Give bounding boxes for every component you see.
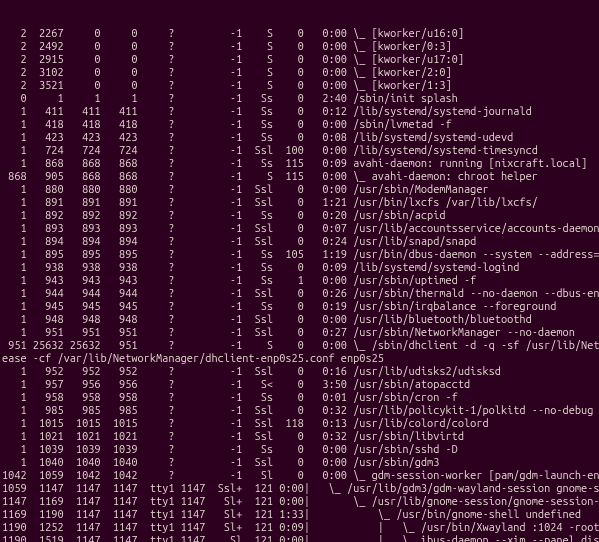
process-row: 0 1 1 1 ? -1 Ss 0 2:40 /sbin/init splash (2, 93, 599, 106)
process-row: 1 411 411 411 ? -1 Ss 0 0:12 /lib/system… (2, 106, 599, 119)
process-row: 2 3521 0 0 ? -1 S 0 0:00 \_ [kworker/1:3… (2, 80, 599, 93)
process-row: 2 2267 0 0 ? -1 S 0 0:00 \_ [kworker/u16… (2, 28, 599, 41)
process-row: 868 905 868 868 ? -1 S 115 0:00 \_ avahi… (2, 171, 599, 184)
terminal-output[interactable]: 2 2267 0 0 ? -1 S 0 0:00 \_ [kworker/u16… (0, 0, 599, 542)
process-row: 2 3102 0 0 ? -1 S 0 0:00 \_ [kworker/2:0… (2, 67, 599, 80)
process-row: 1 1015 1015 1015 ? -1 Ssl 118 0:13 /usr/… (2, 418, 599, 431)
process-row: 1 868 868 868 ? -1 Ss 115 0:09 avahi-dae… (2, 158, 599, 171)
process-row: 1042 1059 1042 1042 ? -1 Sl 0 0:00 \_ gd… (2, 470, 599, 483)
process-row: 2 2915 0 0 ? -1 S 0 0:00 \_ [kworker/u17… (2, 54, 599, 67)
process-row: 1 894 894 894 ? -1 Ssl 0 0:24 /usr/lib/s… (2, 236, 599, 249)
process-row: 1 948 948 948 ? -1 Ssl 0 0:00 /usr/lib/b… (2, 314, 599, 327)
process-row: 951 25632 25632 951 ? -1 S 0 0:00 \_ /sb… (2, 340, 599, 353)
process-row: 1 938 938 938 ? -1 Ss 0 0:09 /lib/system… (2, 262, 599, 275)
process-row: 1169 1190 1147 1147 tty1 1147 Sl+ 121 1:… (2, 509, 599, 522)
process-row: 1 423 423 423 ? -1 Ss 0 0:08 /lib/system… (2, 132, 599, 145)
process-row: 1 893 893 893 ? -1 Ssl 0 0:07 /usr/lib/a… (2, 223, 599, 236)
process-row: 1 1040 1040 1040 ? -1 Ssl 0 0:00 /usr/sb… (2, 457, 599, 470)
process-row: 1 892 892 892 ? -1 Ss 0 0:20 /usr/sbin/a… (2, 210, 599, 223)
process-row: 1 985 985 985 ? -1 Ssl 0 0:32 /usr/lib/p… (2, 405, 599, 418)
process-row: 1190 1519 1147 1147 tty1 1147 Sl 121 0:0… (2, 535, 599, 542)
process-row: 1 418 418 418 ? -1 Ss 0 0:00 /sbin/lvmet… (2, 119, 599, 132)
process-row: 1 952 952 952 ? -1 Ssl 0 0:16 /usr/lib/u… (2, 366, 599, 379)
process-row: 1 895 895 895 ? -1 Ss 105 1:19 /usr/bin/… (2, 249, 599, 262)
process-row: 1 951 951 951 ? -1 Ssl 0 0:27 /usr/sbin/… (2, 327, 599, 340)
process-row: 2 2492 0 0 ? -1 S 0 0:00 \_ [kworker/0:3… (2, 41, 599, 54)
process-row: 1 1039 1039 1039 ? -1 Ss 0 0:00 /usr/sbi… (2, 444, 599, 457)
process-row: 1 1021 1021 1021 ? -1 Ssl 0 0:32 /usr/sb… (2, 431, 599, 444)
process-row: 1059 1147 1147 1147 tty1 1147 Ssl+ 121 0… (2, 483, 599, 496)
process-row: 1 943 943 943 ? -1 Ss 1 0:00 /usr/sbin/u… (2, 275, 599, 288)
process-row: 1 880 880 880 ? -1 Ssl 0 0:00 /usr/sbin/… (2, 184, 599, 197)
process-row: 1 724 724 724 ? -1 Ssl 100 0:00 /lib/sys… (2, 145, 599, 158)
process-row: 1 957 956 956 ? -1 S< 0 3:50 /usr/sbin/a… (2, 379, 599, 392)
process-row: 1 891 891 891 ? -1 Ssl 0 1:21 /usr/bin/l… (2, 197, 599, 210)
process-row: ease -cf /var/lib/NetworkManager/dhclien… (2, 353, 599, 366)
process-row: 1 958 958 958 ? -1 Ss 0 0:01 /usr/sbin/c… (2, 392, 599, 405)
process-row: 1 945 945 945 ? -1 Ss 0 0:19 /usr/sbin/i… (2, 301, 599, 314)
process-row: 1190 1252 1147 1147 tty1 1147 Sl+ 121 0:… (2, 522, 599, 535)
process-row: 1 944 944 944 ? -1 Ssl 0 0:26 /usr/sbin/… (2, 288, 599, 301)
process-row: 1147 1169 1147 1147 tty1 1147 Sl+ 121 0:… (2, 496, 599, 509)
